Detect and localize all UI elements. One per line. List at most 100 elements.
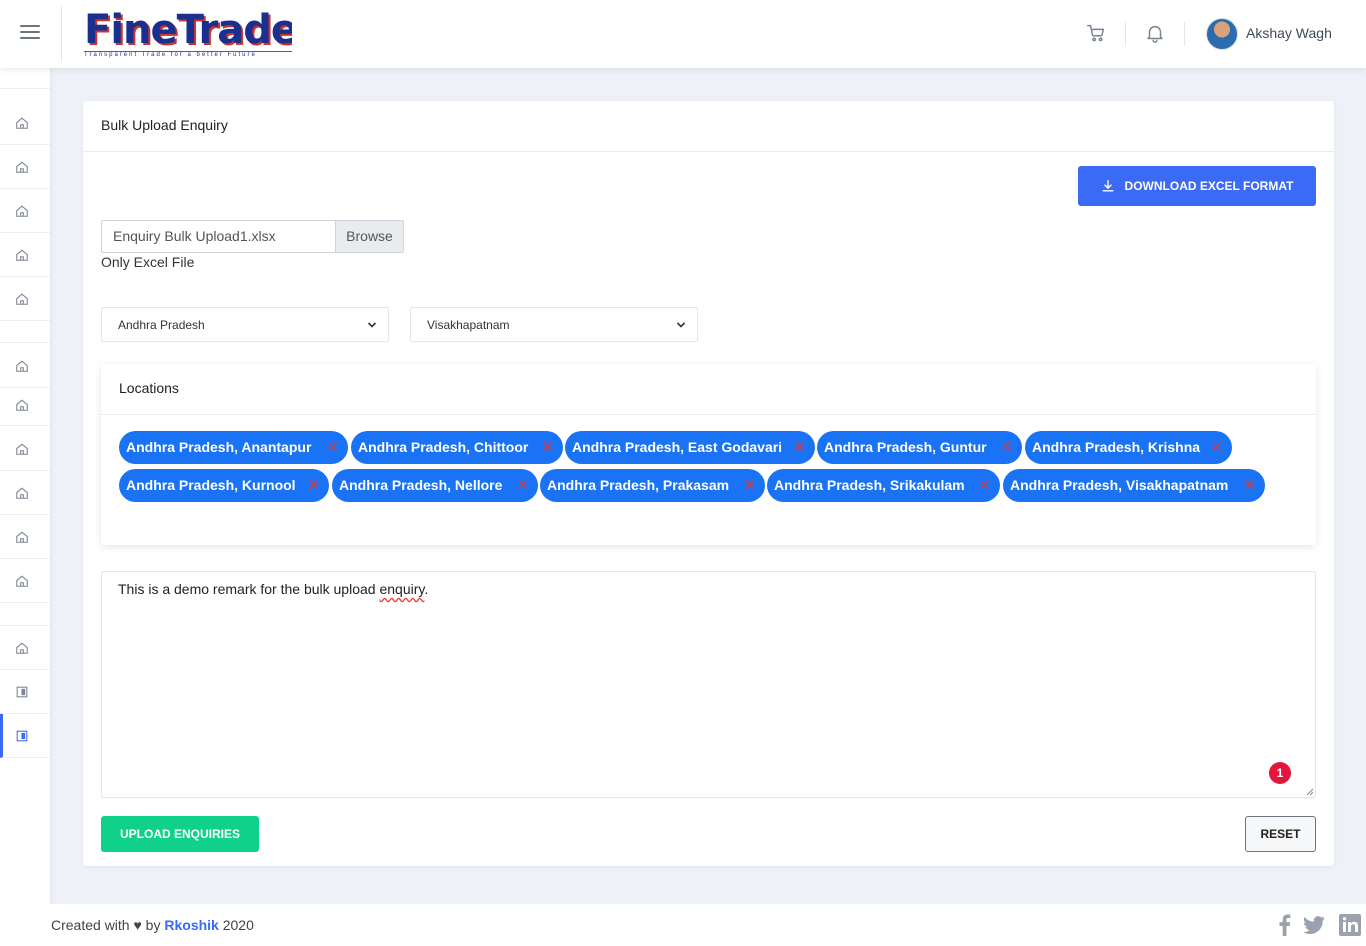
city-select[interactable]: Visakhapatnam <box>410 307 698 342</box>
location-chip-label: Andhra Pradesh, Chittoor <box>358 439 529 455</box>
location-chip-label: Andhra Pradesh, Krishna <box>1032 439 1201 455</box>
footer-brand-link[interactable]: Rkoshik <box>164 917 218 933</box>
locations-card: Locations Andhra Pradesh, Anantapur ✕ An… <box>101 364 1316 545</box>
brand-logo[interactable]: FineTrade Transparent Trade for a better… <box>84 10 292 58</box>
locations-title: Locations <box>101 364 1316 415</box>
sidebar-item-home-9[interactable] <box>0 471 50 515</box>
upload-enquiries-button[interactable]: UPLOAD ENQUIRIES <box>101 816 259 852</box>
location-chip: Andhra Pradesh, Krishna ✕ <box>1025 431 1232 464</box>
location-chip: Andhra Pradesh, Kurnool ✕ <box>119 469 329 502</box>
chevron-down-icon <box>367 322 377 328</box>
brand-divider <box>61 6 62 62</box>
sidebar-item-home-11[interactable] <box>0 559 50 603</box>
location-chip: Andhra Pradesh, Prakasam ✕ <box>540 469 765 502</box>
remark-textarea[interactable]: This is a demo remark for the bulk uploa… <box>101 571 1316 798</box>
remove-chip-icon[interactable]: ✕ <box>326 431 339 464</box>
location-chip-label: Andhra Pradesh, Kurnool <box>126 477 296 493</box>
header-separator <box>1125 22 1126 46</box>
home-icon <box>16 117 28 129</box>
remove-chip-icon[interactable]: ✕ <box>978 469 991 502</box>
remark-misspelled-word: enquiry <box>379 581 425 597</box>
user-name[interactable]: Akshay Wagh <box>1246 25 1332 41</box>
home-icon <box>16 293 28 305</box>
location-chip-label: Andhra Pradesh, Anantapur <box>126 439 312 455</box>
location-chip: Andhra Pradesh, East Godavari ✕ <box>565 431 815 464</box>
home-icon <box>16 531 28 543</box>
download-excel-format-button[interactable]: DOWNLOAD EXCEL FORMAT <box>1078 166 1316 206</box>
sidebar-item-panel-2[interactable] <box>0 714 50 758</box>
home-icon <box>16 487 28 499</box>
remove-chip-icon[interactable]: ✕ <box>516 469 529 502</box>
remark-text: This is a demo remark for the bulk uploa… <box>118 581 380 597</box>
resize-handle-icon[interactable] <box>1304 786 1314 796</box>
sidebar-item-home-3[interactable] <box>0 189 50 233</box>
location-chip: Andhra Pradesh, Chittoor ✕ <box>351 431 563 464</box>
home-icon <box>16 161 28 173</box>
panel-icon <box>16 686 28 698</box>
remove-chip-icon[interactable]: ✕ <box>1243 469 1256 502</box>
browse-button[interactable]: Browse <box>335 221 403 252</box>
home-icon <box>16 249 28 261</box>
home-icon <box>16 575 28 587</box>
sidebar-item-home-7[interactable] <box>0 388 50 426</box>
home-icon <box>16 642 28 654</box>
footer: Created with ♥ by Rkoshik 2020 <box>50 904 1366 946</box>
location-chip: Andhra Pradesh, Anantapur ✕ <box>119 431 348 464</box>
location-chip: Andhra Pradesh, Nellore ✕ <box>332 469 538 502</box>
footer-year: 2020 <box>218 917 254 933</box>
sidebar-item-panel-1[interactable] <box>0 670 50 714</box>
location-chip: Andhra Pradesh, Guntur ✕ <box>817 431 1022 464</box>
home-icon <box>16 443 28 455</box>
location-chip-label: Andhra Pradesh, Nellore <box>339 477 503 493</box>
panel-icon <box>16 730 28 742</box>
remark-text-end: . <box>424 581 429 597</box>
avatar[interactable] <box>1206 18 1238 50</box>
footer-credit: Created with ♥ by Rkoshik 2020 <box>51 917 254 933</box>
reset-button[interactable]: RESET <box>1245 816 1316 852</box>
sidebar <box>0 68 50 946</box>
sidebar-item-home-5[interactable] <box>0 277 50 321</box>
top-navbar: FineTrade Transparent Trade for a better… <box>0 0 1366 68</box>
file-input[interactable]: Enquiry Bulk Upload1.xlsx Browse <box>101 220 404 253</box>
remove-chip-icon[interactable]: ✕ <box>743 469 756 502</box>
chevron-down-icon <box>676 322 686 328</box>
state-select[interactable]: Andhra Pradesh <box>101 307 389 342</box>
sidebar-item-home-6[interactable] <box>0 344 50 388</box>
state-select-value: Andhra Pradesh <box>118 318 205 332</box>
location-chip-label: Andhra Pradesh, Guntur <box>824 439 987 455</box>
remove-chip-icon[interactable]: ✕ <box>541 431 554 464</box>
remove-chip-icon[interactable]: ✕ <box>1000 431 1013 464</box>
sidebar-item-home-1[interactable] <box>0 101 50 145</box>
sidebar-item-home-8[interactable] <box>0 427 50 471</box>
header-separator <box>1184 22 1185 46</box>
bulk-upload-card: Bulk Upload Enquiry DOWNLOAD EXCEL FORMA… <box>83 101 1334 866</box>
twitter-icon[interactable] <box>1301 912 1327 938</box>
location-chip-label: Andhra Pradesh, Srikakulam <box>774 477 965 493</box>
grammar-alert-badge[interactable]: 1 <box>1269 762 1291 784</box>
sidebar-spacer <box>0 603 50 626</box>
remove-chip-icon[interactable]: ✕ <box>793 431 806 464</box>
facebook-icon[interactable] <box>1272 912 1298 938</box>
sidebar-spacer <box>0 321 50 343</box>
location-chip-label: Andhra Pradesh, Prakasam <box>547 477 730 493</box>
cart-icon[interactable] <box>1085 22 1107 44</box>
sidebar-item-home-2[interactable] <box>0 145 50 189</box>
file-name: Enquiry Bulk Upload1.xlsx <box>113 228 276 244</box>
location-chip: Andhra Pradesh, Visakhapatnam ✕ <box>1003 469 1265 502</box>
linkedin-icon[interactable] <box>1337 912 1363 938</box>
logo-tagline: Transparent Trade for a better Future <box>84 51 292 58</box>
location-chip-label: Andhra Pradesh, Visakhapatnam <box>1010 477 1229 493</box>
sidebar-item-home-10[interactable] <box>0 515 50 559</box>
sidebar-item-home-12[interactable] <box>0 626 50 670</box>
bell-icon[interactable] <box>1144 22 1166 44</box>
menu-icon[interactable] <box>20 25 40 41</box>
remove-chip-icon[interactable]: ✕ <box>1210 431 1223 464</box>
page-title: Bulk Upload Enquiry <box>83 101 1334 152</box>
download-icon <box>1102 180 1114 192</box>
home-icon <box>16 399 28 411</box>
file-help-text: Only Excel File <box>101 254 195 270</box>
sidebar-item-home-4[interactable] <box>0 233 50 277</box>
footer-prefix: Created with ♥ by <box>51 917 165 933</box>
home-icon <box>16 205 28 217</box>
remove-chip-icon[interactable]: ✕ <box>307 469 320 502</box>
